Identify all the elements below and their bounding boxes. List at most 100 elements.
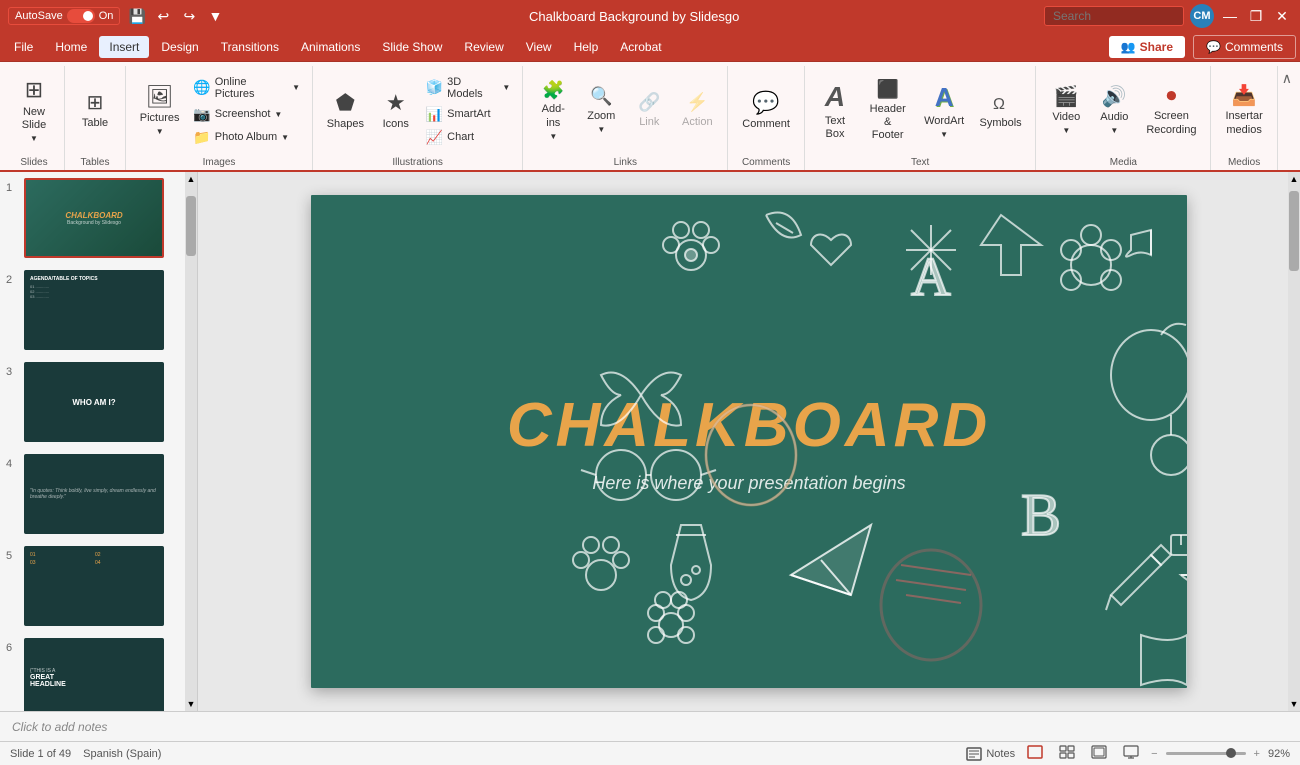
shapes-button[interactable]: ⬟ Shapes [321,74,370,148]
autosave-badge[interactable]: AutoSave On [8,7,120,25]
addins-button[interactable]: 🧩 Add-ins ▼ [531,74,575,148]
insertar-medios-label: Insertarmedios [1225,110,1262,136]
menu-transitions[interactable]: Transitions [211,36,289,58]
close-button[interactable]: ✕ [1272,6,1292,26]
comments-button[interactable]: 💬 Comments [1193,35,1296,59]
3d-models-button[interactable]: 🧊 3D Models ▼ [422,74,515,102]
undo-icon[interactable]: ↩ [154,7,172,25]
pictures-button[interactable]: 🖼 Pictures ▼ [134,74,185,148]
menu-slideshow[interactable]: Slide Show [372,36,452,58]
redo-icon[interactable]: ↪ [180,7,198,25]
slide-thumbnail-2[interactable]: AGENDA/TABLE OF TOPICS 01 ............ 0… [24,270,164,350]
video-button[interactable]: 🎬 Video ▼ [1044,74,1088,148]
scrollbar-thumb[interactable] [186,196,196,256]
menu-file[interactable]: File [4,36,43,58]
canvas-scroll-up[interactable]: ▲ [1288,172,1300,186]
autosave-state: On [99,10,114,22]
screen-recording-button[interactable]: ⏺ ScreenRecording [1140,74,1202,148]
audio-button[interactable]: 🔊 Audio ▼ [1092,74,1136,148]
normal-view-button[interactable] [1023,743,1047,764]
menu-design[interactable]: Design [151,36,208,58]
images-group-label: Images [203,155,236,170]
canvas-scroll-down[interactable]: ▼ [1288,697,1300,711]
slide-thumbnail-6[interactable]: {"THIS IS A GREATHEADLINE [24,638,164,711]
slides-group-label: Slides [20,155,47,170]
normal-view-icon [1027,745,1043,759]
slide-canvas[interactable]: B A [311,195,1187,688]
slide-thumb-6[interactable]: 6 {"THIS IS A GREATHEADLINE [0,632,197,711]
icons-button[interactable]: ★ Icons [374,74,418,148]
slide-thumbnail-3[interactable]: WHO AM I? [24,362,164,442]
customize-icon[interactable]: ▼ [206,7,224,25]
zoom-button[interactable]: 🔍 Zoom ▼ [579,74,623,148]
slide-sorter-button[interactable] [1055,743,1079,764]
notes-button[interactable]: Notes [966,747,1015,761]
menu-animations[interactable]: Animations [291,36,370,58]
wordart-button[interactable]: A WordArt ▼ [918,74,969,148]
online-pictures-button[interactable]: 🌐 Online Pictures ▼ [189,74,304,102]
slide-thumb-3[interactable]: 3 WHO AM I? [0,356,197,448]
screen-recording-icon: ⏺ [1166,84,1176,108]
language-info: Spanish (Spain) [83,748,161,760]
menu-home[interactable]: Home [45,36,97,58]
zoom-slider-thumb[interactable] [1226,748,1236,758]
window-title: Chalkboard Background by Slidesgo [529,9,739,24]
notes-bar[interactable]: Click to add notes [0,711,1300,741]
textbox-button[interactable]: A TextBox [813,74,857,148]
restore-button[interactable]: ❐ [1246,6,1266,26]
ribbon: ⊞ NewSlide ▼ Slides ⊞ Table Tables 🖼 [0,62,1300,172]
comment-button[interactable]: 💬 Comment [736,74,796,148]
save-icon[interactable]: 💾 [128,7,146,25]
zoom-minus-label[interactable]: − [1151,748,1157,760]
new-slide-button[interactable]: ⊞ NewSlide ▼ [12,74,56,148]
screen-recording-label: ScreenRecording [1146,110,1196,136]
reading-view-button[interactable] [1087,743,1111,764]
smartart-button[interactable]: 📊 SmartArt [422,104,515,125]
slide-thumbnail-1[interactable]: CHALKBOARD Background by Slidesgo [24,178,164,258]
header-footer-button[interactable]: ⬛ Header& Footer [861,74,914,148]
status-bar: Slide 1 of 49 Spanish (Spain) Notes − + … [0,741,1300,765]
slide-thumb-2[interactable]: 2 AGENDA/TABLE OF TOPICS 01 ............… [0,264,197,356]
scrollbar-up-arrow[interactable]: ▲ [185,172,197,186]
slide-thumb-5[interactable]: 5 01 02 03 04 [0,540,197,632]
link-button[interactable]: 🔗 Link [627,74,671,148]
zoom-plus-label[interactable]: + [1254,748,1260,760]
minimize-button[interactable]: — [1220,6,1240,26]
ribbon-group-images: 🖼 Pictures ▼ 🌐 Online Pictures ▼ 📷 Scree… [126,66,313,170]
share-label: Share [1140,40,1173,54]
slide-thumb-1[interactable]: 1 CHALKBOARD Background by Slidesgo [0,172,197,264]
menu-insert[interactable]: Insert [99,36,149,58]
scrollbar-down-arrow[interactable]: ▼ [185,697,197,711]
share-button[interactable]: 👥 Share [1109,36,1185,58]
zoom-slider[interactable] [1166,752,1246,755]
canvas-area: B A [198,172,1300,711]
ribbon-group-links: 🧩 Add-ins ▼ 🔍 Zoom ▼ 🔗 Link ⚡ Action [523,66,728,170]
links-group-label: Links [614,155,637,170]
menu-help[interactable]: Help [564,36,609,58]
photo-album-button[interactable]: 📁 Photo Album ▼ [189,127,304,148]
slide-thumb-4[interactable]: 4 "In quotes: Think boldly, live simply,… [0,448,197,540]
menu-acrobat[interactable]: Acrobat [610,36,671,58]
canvas-scroll-thumb[interactable] [1289,191,1299,271]
symbols-icon: Ω [989,91,1013,115]
autosave-toggle[interactable] [67,9,95,23]
slide-thumbnail-4[interactable]: "In quotes: Think boldly, live simply, d… [24,454,164,534]
avatar[interactable]: CM [1190,4,1214,28]
presenter-view-button[interactable] [1119,743,1143,764]
comments-icon: 💬 [1206,40,1221,54]
insertar-medios-button[interactable]: 📥 Insertarmedios [1219,74,1268,148]
audio-icon: 🔊 [1102,85,1127,109]
action-button[interactable]: ⚡ Action [675,74,719,148]
table-button[interactable]: ⊞ Table [73,74,117,148]
chart-icon: 📈 [426,129,443,146]
chart-button[interactable]: 📈 Chart [422,127,515,148]
menu-review[interactable]: Review [454,36,513,58]
search-input[interactable] [1044,6,1184,26]
table-label: Table [82,117,108,130]
slide-thumbnail-5[interactable]: 01 02 03 04 [24,546,164,626]
ribbon-collapse-button[interactable]: ∧ [1278,68,1296,89]
screenshot-button[interactable]: 📷 Screenshot ▼ [189,104,304,125]
symbols-button[interactable]: Ω Symbols [974,74,1027,148]
svg-text:Ω: Ω [993,96,1005,113]
menu-view[interactable]: View [516,36,562,58]
